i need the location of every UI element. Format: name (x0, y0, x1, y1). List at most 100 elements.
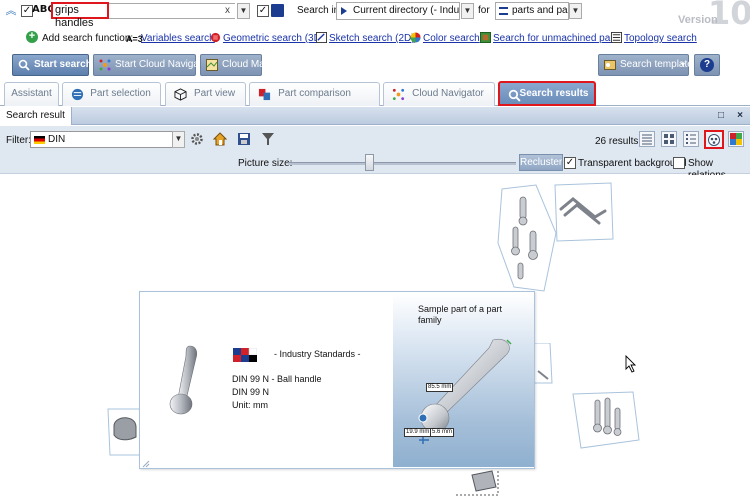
start-cloud-navigator-button[interactable]: Start Cloud Navigator (93, 54, 211, 76)
filter-combo[interactable]: DIN (30, 131, 182, 148)
sketch-2d-icon (316, 32, 327, 43)
resize-grip-icon[interactable] (142, 460, 150, 468)
templates-dropdown-icon: ▾ (680, 60, 685, 69)
add-search-label: Add search function: (42, 33, 134, 44)
transparent-background-checkbox[interactable]: ✓ (564, 157, 576, 169)
preview-caption: Sample part of a part family (418, 304, 503, 325)
panel-title: Search result (0, 107, 72, 125)
results-count: 26 results (595, 136, 639, 147)
close-icon[interactable]: × (735, 111, 745, 121)
ball-handle-thumbnail (169, 345, 198, 415)
tab-part-view[interactable]: Part view (165, 82, 246, 106)
search-input-area[interactable] (109, 3, 235, 19)
search-bar: ︽ ✓ ABC grips handles x ▼ ✓ Search in Cu… (0, 0, 750, 32)
tab-part-selection[interactable]: Part selection (62, 82, 161, 106)
search-history-dropdown[interactable]: ▼ (237, 3, 250, 19)
dimension-diameter: 19.9 mm (404, 428, 432, 437)
color-view-button[interactable] (728, 131, 744, 147)
color-grid-icon (730, 133, 742, 145)
transparent-background-label: Transparent background (578, 158, 687, 169)
search-for-combo[interactable]: parts and part (495, 2, 569, 20)
filter-funnel-icon[interactable] (261, 132, 275, 146)
cloud-navigator-icon (99, 59, 111, 71)
dimension-thread: 5.6 mm (430, 428, 455, 437)
add-search-function-bar: + Add search function: A=3 Variables sea… (0, 30, 750, 48)
search-icon (18, 59, 30, 71)
cluster-bow-handle[interactable] (551, 181, 615, 243)
search-templates-button[interactable]: Search templates ▾ (598, 54, 698, 76)
gear-icon[interactable] (190, 132, 204, 146)
part-unit: Unit: mm (232, 400, 268, 410)
thumbnail-view-icon (664, 134, 674, 144)
catalog-name: - Industry Standards - (274, 349, 361, 359)
picture-size-slider-track[interactable] (288, 162, 516, 165)
tab-cloud-navigator[interactable]: Cloud Navigator (383, 82, 495, 106)
cluster-ball-handles-right[interactable] (571, 390, 641, 452)
search-in-combo[interactable]: Current directory (- Industr (336, 2, 460, 20)
search-input[interactable]: grips handles (51, 2, 109, 29)
recluster-button[interactable]: Recluster (519, 154, 563, 171)
for-label: for (478, 5, 490, 16)
version-label: Version (678, 14, 718, 26)
home-add-icon[interactable] (213, 132, 227, 146)
color-wheel-icon (410, 32, 421, 43)
picture-size-slider-thumb[interactable] (365, 154, 374, 171)
unmachined-part-icon (480, 32, 491, 43)
directory-arrow-icon (341, 7, 347, 15)
search-for-dropdown[interactable]: ▼ (569, 3, 582, 19)
template-icon (604, 60, 616, 70)
cluster-fragment-left[interactable] (106, 407, 140, 457)
show-relations-checkbox[interactable] (673, 157, 685, 169)
industry-standards-flags-icon (233, 348, 257, 362)
part-info-popup: - Industry Standards - DIN 99 N - Ball h… (139, 291, 535, 469)
topology-icon (611, 32, 622, 43)
tab-assistant[interactable]: Assistant (4, 82, 59, 106)
search-in-dropdown[interactable]: ▼ (461, 3, 474, 19)
cluster-canvas[interactable]: - Industry Standards - DIN 99 N - Ball h… (0, 175, 750, 497)
unmachined-search-link[interactable]: Search for unmachined parts (493, 33, 621, 44)
part-preview-3d: Sample part of a part family 85.5 mm 19.… (393, 294, 534, 467)
german-flag-icon (34, 136, 45, 144)
cluster-view-button[interactable] (704, 130, 724, 149)
color-search-link[interactable]: Color search (423, 33, 480, 44)
main-tabs: Assistant Part selection Part view Part … (0, 80, 750, 106)
filter-toolbar: Filter: DIN ▼ 26 results (0, 126, 750, 152)
details-view-button[interactable] (639, 131, 655, 147)
help-icon: ? (700, 58, 714, 72)
collapse-chevron-icon[interactable]: ︽ (4, 4, 18, 18)
tab-search-results[interactable]: Search results (498, 81, 596, 106)
geometric-search-link[interactable]: Geometric search (3D) (223, 33, 324, 44)
list-view-button[interactable] (683, 131, 699, 147)
picture-size-toolbar: Picture size: Recluster ✓ Transparent ba… (0, 152, 750, 181)
picture-size-label: Picture size: (238, 158, 293, 169)
cloud-map-button[interactable]: Cloud Map (200, 54, 270, 76)
filter-label: Filter: (6, 135, 31, 146)
variables-search-link[interactable]: Variables search (141, 33, 215, 44)
part-number: DIN 99 N (232, 387, 270, 397)
catalog-checkbox[interactable]: ✓ (257, 5, 269, 17)
filter-dropdown[interactable]: ▼ (172, 131, 185, 148)
map-icon (206, 59, 218, 71)
tab-part-comparison[interactable]: Part comparison (249, 82, 380, 106)
cluster-fragment-right[interactable] (534, 343, 554, 385)
help-button[interactable]: ? (694, 54, 720, 76)
cluster-view-icon (708, 134, 720, 146)
maximize-icon[interactable]: □ (716, 111, 726, 121)
book-icon (271, 4, 284, 17)
search-result-panel-header: Search result □ × (0, 107, 750, 125)
search-results-icon (508, 89, 521, 102)
start-search-button[interactable]: Start search (12, 54, 92, 76)
comparison-icon (258, 88, 271, 101)
topology-search-link[interactable]: Topology search (624, 33, 697, 44)
part-selection-icon (71, 88, 84, 101)
part-name: DIN 99 N - Ball handle (232, 374, 322, 384)
sketch-search-link[interactable]: Sketch search (2D) (329, 33, 415, 44)
cluster-ball-handles-top[interactable] (496, 183, 558, 295)
save-filter-icon[interactable] (237, 132, 251, 146)
cloud-navigator-tab-icon (392, 88, 405, 101)
thumbnail-view-button[interactable] (661, 131, 677, 147)
clear-search-button[interactable]: x (225, 3, 235, 19)
list-view-icon (686, 134, 696, 144)
cluster-fragment-bottom[interactable] (452, 465, 500, 497)
add-icon: + (26, 31, 38, 43)
